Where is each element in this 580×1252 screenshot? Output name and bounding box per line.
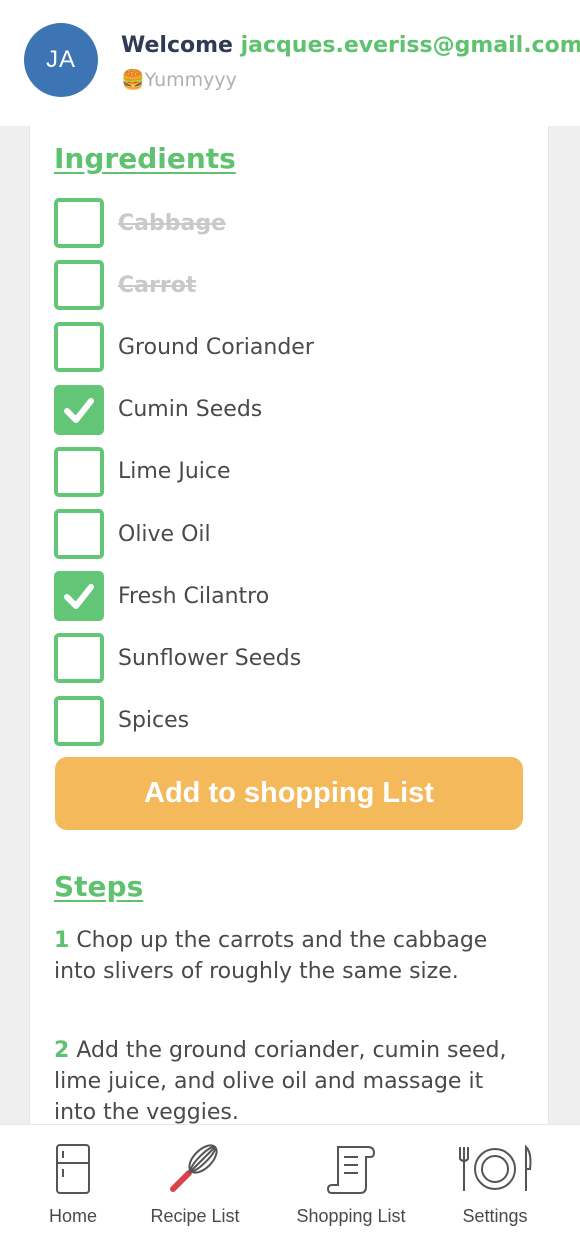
checkbox[interactable] <box>54 322 104 373</box>
ingredient-label: Sunflower Seeds <box>118 645 302 671</box>
step-number: 1 <box>54 928 70 953</box>
ingredient-label: Lime Juice <box>118 459 231 485</box>
step-item: 1 Chop up the carrots and the cabbage in… <box>54 925 524 987</box>
ingredient-label: Olive Oil <box>118 521 211 547</box>
ingredient-item[interactable]: Ground Coriander <box>54 322 524 373</box>
steps-title: Steps <box>54 870 144 903</box>
welcome-text: Welcome <box>121 33 233 58</box>
checkbox[interactable] <box>54 446 104 497</box>
tab-shopping-list-label: Shopping List <box>296 1206 406 1226</box>
tab-settings[interactable]: Settings <box>457 1125 533 1252</box>
ingredient-label: Fresh Cilantro <box>118 583 270 609</box>
fridge-icon <box>56 1144 90 1194</box>
avatar[interactable]: JA <box>24 23 98 97</box>
ingredient-item[interactable]: Sunflower Seeds <box>54 633 524 684</box>
ingredient-label: Cabbage <box>118 210 227 236</box>
ingredient-item[interactable]: Fresh Cilantro <box>54 571 524 622</box>
recipe-card: Ingredients Cabbage Carrot Ground Coriande… <box>29 110 549 1140</box>
user-email: jacques.everiss@gmail.com <box>240 33 580 58</box>
checkbox-checked[interactable] <box>54 571 104 622</box>
tab-shopping-list[interactable]: Shopping List <box>289 1125 413 1252</box>
checkmark-icon <box>64 397 94 423</box>
ingredients-title: Ingredients <box>54 142 236 175</box>
ingredient-item[interactable]: Olive Oil <box>54 509 524 559</box>
tab-recipe-list-label: Recipe List <box>150 1206 240 1226</box>
ingredient-label: Ground Coriander <box>118 334 314 360</box>
tab-recipe-list[interactable]: Recipe List <box>146 1125 244 1252</box>
checkbox[interactable] <box>54 633 104 684</box>
ingredient-item[interactable]: Lime Juice <box>54 446 524 497</box>
step-text: Add the ground coriander, cumin seed, li… <box>54 1038 507 1125</box>
checkmark-icon <box>64 584 94 610</box>
ingredient-item[interactable]: Cabbage <box>54 198 524 248</box>
checkbox[interactable] <box>54 260 104 311</box>
tab-home[interactable]: Home <box>43 1125 103 1252</box>
ingredient-item[interactable]: Cumin Seeds <box>54 384 524 435</box>
checkbox[interactable] <box>54 198 104 248</box>
step-item: 2 Add the ground coriander, cumin seed, … <box>54 1035 524 1128</box>
bottom-tab-bar: Home Recipe List Shopping List Settings <box>0 1124 580 1252</box>
burger-emoji: 🍔 <box>121 69 145 91</box>
whisk-icon <box>170 1144 218 1192</box>
subtitle-text: Yummyyy <box>144 69 237 91</box>
checkbox[interactable] <box>54 695 104 746</box>
ingredient-label: Spices <box>118 708 190 734</box>
plate-cutlery-icon <box>459 1144 532 1191</box>
step-text: Chop up the carrots and the cabbage into… <box>54 928 488 984</box>
checkbox-checked[interactable] <box>54 384 104 435</box>
welcome-line: Welcome jacques.everiss@gmail.com <box>121 33 580 58</box>
tab-home-label: Home <box>48 1206 97 1226</box>
ingredient-label: Carrot <box>118 272 197 298</box>
ingredient-item[interactable]: Spices <box>54 695 524 746</box>
header-subtitle: 🍔Yummyyy <box>121 68 237 91</box>
step-number: 2 <box>54 1038 70 1063</box>
add-to-shopping-list-button[interactable]: Add to shopping List <box>55 757 523 830</box>
checkbox[interactable] <box>54 509 104 559</box>
ingredient-label: Cumin Seeds <box>118 397 263 423</box>
tab-settings-label: Settings <box>462 1206 528 1226</box>
ingredient-item[interactable]: Carrot <box>54 260 524 311</box>
app-header: JA Welcome jacques.everiss@gmail.com 🍔Yu… <box>0 0 580 126</box>
scroll-list-icon <box>326 1146 376 1194</box>
